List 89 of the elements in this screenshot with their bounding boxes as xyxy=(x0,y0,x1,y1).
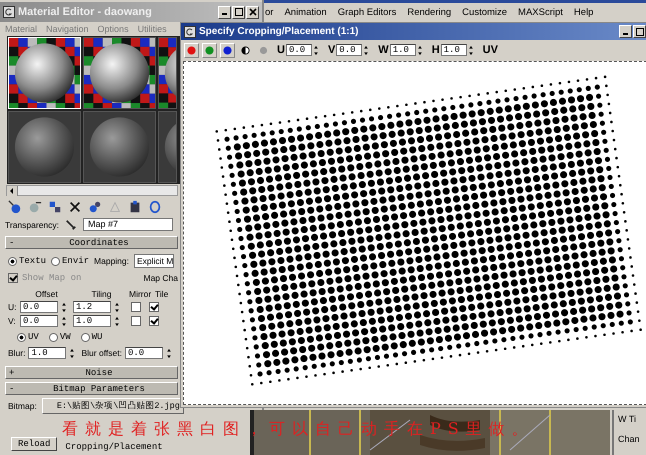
spinner-icon[interactable] xyxy=(114,302,120,312)
radio-button[interactable]: VW xyxy=(48,332,71,342)
mode-label: UV xyxy=(482,44,498,56)
spinner-icon[interactable] xyxy=(69,348,76,358)
app-icon xyxy=(3,6,15,18)
window-title: Specify Cropping/Placement (1:1) xyxy=(199,26,358,37)
offset-field[interactable]: 0.0 xyxy=(20,301,58,313)
bitmap-label: Bitmap: xyxy=(8,401,37,411)
radio-button[interactable]: UV xyxy=(17,332,39,342)
window-title: Material Editor - daowang xyxy=(18,6,152,18)
spinner-icon[interactable] xyxy=(61,302,67,312)
radio-button[interactable]: Envir xyxy=(51,256,90,266)
panel-label: W Ti xyxy=(618,414,637,424)
map-channel-label: Map Cha xyxy=(144,273,178,283)
transparency-label: Transparency: xyxy=(5,220,60,230)
sample-slot[interactable] xyxy=(83,37,156,109)
minimize-button[interactable] xyxy=(619,25,632,38)
tile-checkbox[interactable] xyxy=(149,316,159,326)
tiling-field[interactable]: 1.0 xyxy=(73,315,111,327)
field-label: W xyxy=(378,44,389,56)
maximize-button[interactable] xyxy=(232,6,245,18)
scroll-bar[interactable] xyxy=(6,185,178,196)
rollout-header[interactable]: - Bitmap Parameters xyxy=(5,382,178,395)
field-label: V xyxy=(328,44,336,56)
panel-label: Chan xyxy=(618,434,641,444)
close-icon xyxy=(248,8,256,16)
map-name-field[interactable]: Map #7 xyxy=(83,218,174,231)
offset-field[interactable]: 0.0 xyxy=(20,315,58,327)
mapping-label: Mapping: xyxy=(94,256,129,266)
rollout-header[interactable]: - Coordinates xyxy=(5,236,178,249)
blur-field[interactable]: 1.0 xyxy=(28,347,66,359)
maximize-icon xyxy=(636,28,644,36)
reload-button[interactable]: Reload xyxy=(11,437,58,451)
menu-item[interactable]: MAXScript xyxy=(518,7,563,18)
blur-offset-field[interactable]: 0.0 xyxy=(124,347,163,359)
value-field[interactable]: 1.0 xyxy=(440,44,467,56)
menu-item[interactable]: Customize xyxy=(462,7,508,18)
field-label: H xyxy=(432,44,440,56)
delete-icon[interactable] xyxy=(68,200,82,214)
menu-item[interactable]: Help xyxy=(574,7,594,18)
axis-label: U: xyxy=(8,302,17,312)
close-button[interactable] xyxy=(246,6,259,18)
blur-offset-label: Blur offset: xyxy=(81,348,122,358)
mapping-dropdown[interactable]: Explicit M xyxy=(134,254,174,268)
maximize-icon xyxy=(234,8,242,16)
menu-item[interactable]: Rendering xyxy=(407,7,452,18)
rollout-header[interactable]: + Noise xyxy=(5,366,178,379)
spinner-icon[interactable] xyxy=(61,316,67,326)
eyedropper-icon[interactable] xyxy=(65,218,78,230)
dot-icon xyxy=(187,46,196,54)
clipboard-icon[interactable] xyxy=(128,200,142,214)
radio-button[interactable]: Textu xyxy=(8,256,46,266)
menu-item[interactable]: Graph Editors xyxy=(338,7,396,18)
minimize-icon xyxy=(623,32,628,34)
dot-icon xyxy=(205,46,214,54)
cubes-icon[interactable] xyxy=(48,200,62,214)
cropping-placement-label: Cropping/Placement xyxy=(65,442,163,452)
column-header: Mirror xyxy=(129,289,152,299)
app-icon xyxy=(184,26,196,38)
tile-checkbox[interactable] xyxy=(149,302,159,312)
dot-icon xyxy=(259,46,268,54)
menu-item[interactable]: or xyxy=(265,7,274,18)
column-header: Offset xyxy=(34,289,59,299)
value-field[interactable]: 0.0 xyxy=(286,44,312,56)
mirror-checkbox[interactable] xyxy=(131,302,141,312)
minimize-button[interactable] xyxy=(218,6,231,18)
radio-button[interactable]: WU xyxy=(80,332,102,342)
value-field[interactable]: 0.0 xyxy=(336,44,362,56)
tiling-field[interactable]: 1.2 xyxy=(73,301,111,313)
spinner-icon[interactable] xyxy=(166,348,172,358)
dot-icon xyxy=(223,46,232,54)
sphere-arrow-icon[interactable] xyxy=(8,200,22,214)
cylinder-icon[interactable] xyxy=(148,200,162,214)
value-field[interactable]: 1.0 xyxy=(390,44,416,56)
column-header: Tiling xyxy=(90,289,112,299)
half-circle-icon xyxy=(241,46,250,54)
spinner-icon[interactable] xyxy=(114,316,120,326)
menu-item[interactable]: Animation xyxy=(284,7,327,18)
mirror-checkbox[interactable] xyxy=(131,316,141,326)
sphere-arrow-icon[interactable] xyxy=(28,200,42,214)
channel-button[interactable] xyxy=(220,42,235,58)
minimize-icon xyxy=(222,13,227,15)
link-icon[interactable] xyxy=(88,200,102,214)
maximize-button[interactable] xyxy=(633,25,646,38)
field-label: U xyxy=(277,44,285,56)
blur-label: Blur: xyxy=(8,348,26,358)
axis-label: V: xyxy=(8,316,17,326)
bitmap-path-button[interactable]: E:\贴图\杂项\凹凸贴图2.jpg xyxy=(42,398,184,414)
column-header: Tile xyxy=(155,289,170,299)
